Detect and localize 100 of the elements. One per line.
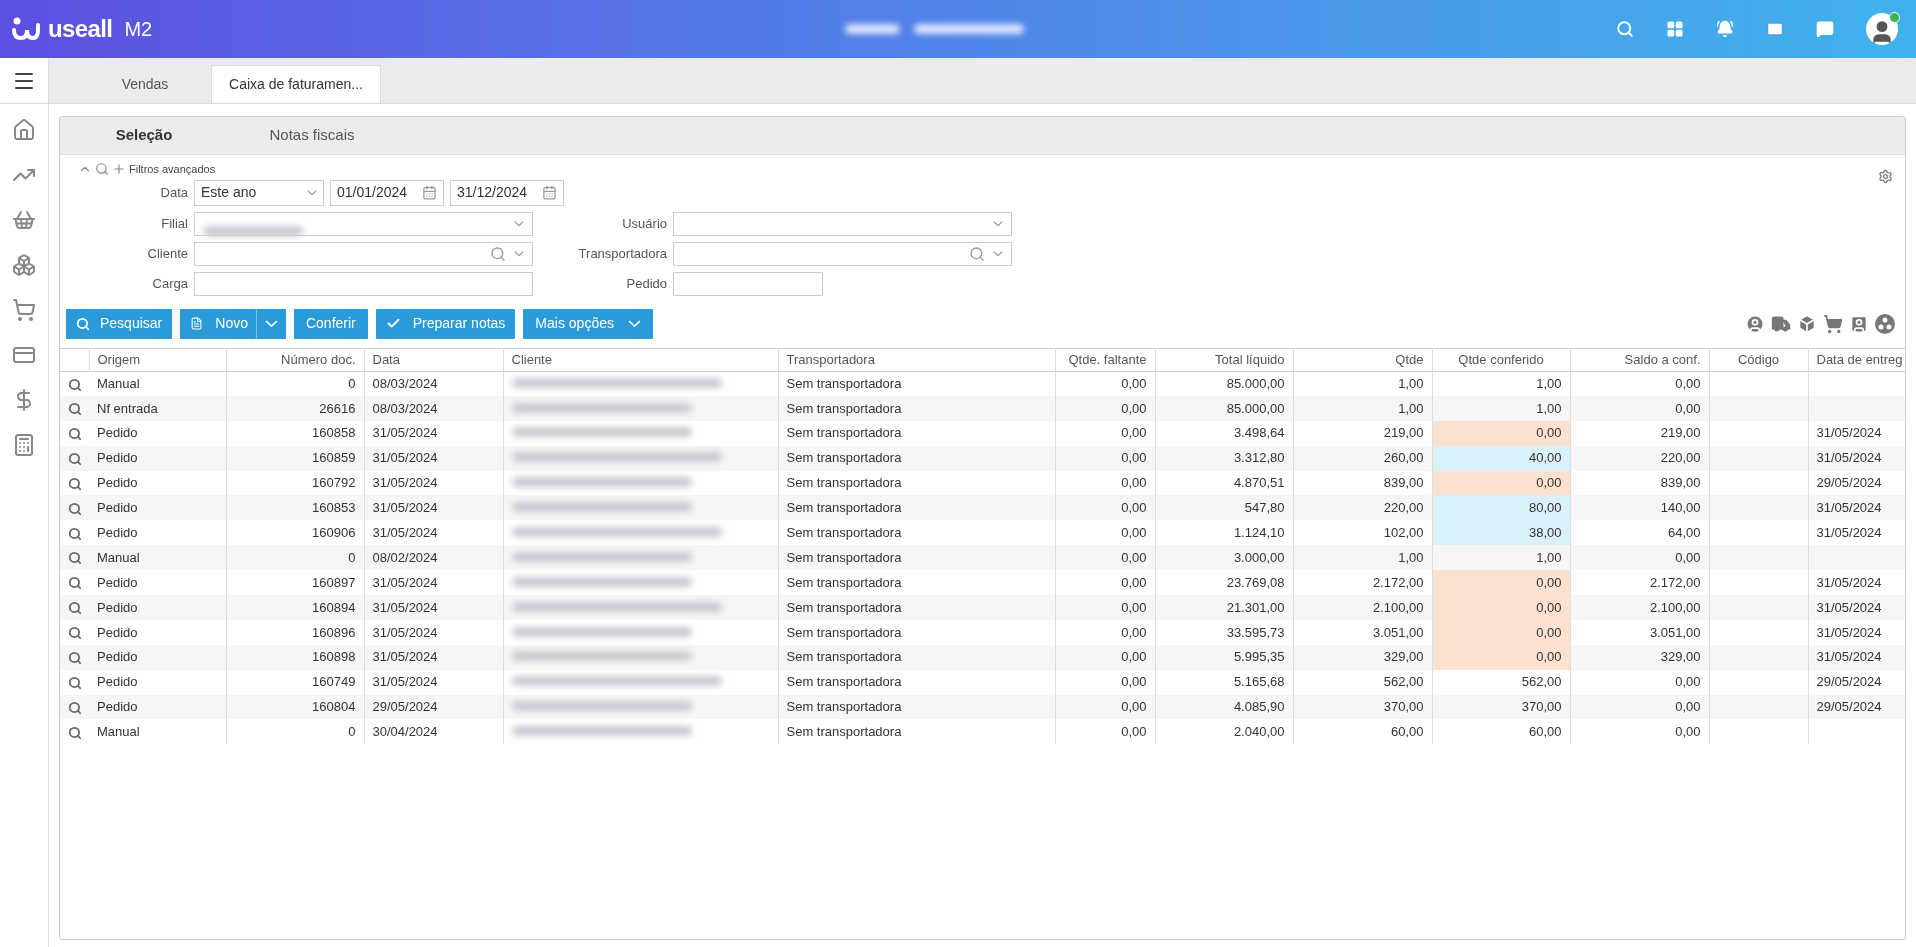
chat-icon[interactable] — [1816, 20, 1834, 38]
column-header[interactable]: Número doc. — [226, 348, 364, 371]
table-cell: 30/04/2024 — [364, 719, 503, 745]
search-icon[interactable] — [67, 451, 82, 466]
advanced-filters-link[interactable]: Filtros avançados — [129, 161, 216, 178]
chevron-icon — [514, 250, 524, 257]
bell-icon[interactable] — [1716, 20, 1734, 38]
table-cell: 38,00 — [1432, 520, 1570, 546]
table-row[interactable]: Pedido 160896 31/05/2024 Sem transportadora 0,00 33.595,73 3.051,00 0,00 3.051,00 31/05/2024 — [60, 619, 1905, 645]
table-row[interactable]: Pedido 160898 31/05/2024 Sem transportadora 0,00 5.995,35 329,00 0,00 329,00 31/05/2024 — [60, 644, 1905, 670]
table-cell: 31/05/2024 — [364, 619, 503, 645]
date-field[interactable]: 01/01/2024 — [330, 179, 444, 206]
table-row[interactable]: Pedido 160906 31/05/2024 Sem transportadora 0,00 1.124,10 102,00 38,00 64,00 31/05/2024 — [60, 520, 1905, 546]
cart-icon[interactable] — [1823, 313, 1843, 334]
search-icon[interactable] — [1616, 20, 1634, 38]
calendar-icon[interactable] — [542, 185, 557, 200]
table-cell: Pedido — [89, 445, 226, 471]
table-row[interactable]: Manual 0 08/02/2024 Sem transportadora 0,00 3.000,00 1,00 1,00 0,00 — [60, 545, 1905, 571]
search-icon[interactable] — [67, 675, 82, 690]
table-cell: 85.000,00 — [1155, 395, 1293, 421]
search-icon — [490, 245, 506, 262]
search-icon[interactable] — [67, 626, 82, 641]
box-icon[interactable] — [1797, 313, 1817, 334]
tab[interactable]: Vendas — [89, 65, 201, 103]
table-row[interactable]: Pedido 160897 31/05/2024 Sem transportadora 0,00 23.769,08 2.172,00 0,00 2.172,00 31/05/2024 — [60, 570, 1905, 595]
column-header[interactable]: Data — [364, 348, 503, 371]
avatar[interactable] — [1866, 13, 1898, 45]
column-header[interactable]: Total líquido — [1155, 348, 1293, 371]
search-icon[interactable] — [67, 601, 82, 616]
table-cell: 0,00 — [1570, 371, 1709, 396]
input-field[interactable] — [194, 271, 533, 296]
check-icon — [385, 316, 401, 331]
search-icon[interactable] — [67, 700, 82, 715]
table-cell: 160749 — [226, 669, 364, 695]
column-header[interactable]: Qtde conferido — [1432, 348, 1570, 371]
boxes-icon[interactable] — [12, 253, 36, 277]
table-row[interactable]: Nf entrada 26616 08/03/2024 Sem transportadora 0,00 85.000,00 1,00 1,00 0,00 — [60, 395, 1905, 421]
column-header[interactable]: Cliente — [503, 348, 778, 371]
calendar-icon[interactable] — [422, 185, 437, 200]
table-cell: 31/05/2024 — [364, 644, 503, 670]
table-row[interactable]: Pedido 160749 31/05/2024 Sem transportadora 0,00 5.165,68 562,00 562,00 0,00 29/05/2024 — [60, 669, 1905, 695]
table-cell: Sem transportadora — [778, 371, 1055, 396]
circles-icon[interactable] — [1875, 313, 1895, 334]
column-header[interactable]: Código — [1709, 348, 1808, 371]
table-cell: 1,00 — [1432, 371, 1570, 396]
chevron-icon — [264, 319, 278, 328]
table-row[interactable]: Pedido 160804 29/05/2024 Sem transportadora 0,00 4.085,90 370,00 370,00 0,00 29/05/2024 — [60, 694, 1905, 720]
column-header[interactable]: Qtde — [1293, 348, 1432, 371]
settings-icon[interactable] — [1878, 169, 1893, 184]
dropdown-button[interactable] — [255, 308, 286, 339]
cart-icon[interactable] — [12, 298, 36, 322]
column-header[interactable]: Transportadora — [778, 348, 1055, 371]
search-icon[interactable] — [95, 162, 109, 177]
table-cell: 0,00 — [1432, 595, 1570, 620]
table-cell: 08/03/2024 — [364, 371, 503, 396]
sub-tab[interactable]: Seleção — [60, 117, 228, 154]
period-select[interactable]: Este ano — [194, 179, 324, 206]
plus-icon[interactable] — [112, 162, 126, 177]
table-cell: 85.000,00 — [1155, 371, 1293, 396]
search-icon[interactable] — [67, 576, 82, 591]
table-cell: 21.301,00 — [1155, 595, 1293, 620]
search-icon[interactable] — [67, 476, 82, 491]
search-icon[interactable] — [67, 651, 82, 666]
table-cell: Sem transportadora — [778, 619, 1055, 645]
search-icon[interactable] — [67, 377, 82, 392]
table-row[interactable]: Pedido 160858 31/05/2024 Sem transportadora 0,00 3.498,64 219,00 0,00 219,00 31/05/2024 — [60, 420, 1905, 446]
select-field[interactable] — [194, 211, 533, 236]
input-field[interactable] — [673, 271, 823, 296]
table-cell: 0,00 — [1570, 395, 1709, 421]
search-icon[interactable] — [67, 725, 82, 740]
user-icon[interactable] — [1745, 313, 1765, 334]
table-cell: 3.498,64 — [1155, 420, 1293, 446]
table-row[interactable]: Pedido 160792 31/05/2024 Sem transportadora 0,00 4.870,51 839,00 0,00 839,00 29/05/2024 — [60, 470, 1905, 496]
widgets-icon[interactable] — [1666, 20, 1684, 38]
table-cell: 562,00 — [1432, 669, 1570, 695]
field-label: Carga — [151, 274, 188, 293]
search-icon[interactable] — [67, 402, 82, 417]
calculator-icon[interactable] — [12, 433, 36, 457]
home-icon[interactable] — [12, 118, 36, 142]
date-field[interactable]: 31/12/2024 — [450, 179, 564, 206]
table-row[interactable]: Pedido 160859 31/05/2024 Sem transportadora 0,00 3.312,80 260,00 40,00 220,00 31/05/2024 — [60, 445, 1905, 471]
table-row[interactable]: Manual 0 08/03/2024 Sem transportadora 0,00 85.000,00 1,00 1,00 0,00 — [60, 371, 1905, 396]
table-row[interactable]: Manual 0 30/04/2024 Sem transportadora 0,00 2.040,00 60,00 60,00 0,00 — [60, 719, 1905, 745]
table-cell: 31/05/2024 — [1808, 595, 1905, 620]
table-cell: 2.100,00 — [1293, 595, 1432, 620]
table-row[interactable]: Pedido 160853 31/05/2024 Sem transportadora 0,00 547,80 220,00 80,00 140,00 31/05/2024 — [60, 495, 1905, 521]
search-icon[interactable] — [67, 501, 82, 516]
column-header[interactable]: Data de entreg — [1808, 348, 1905, 371]
tab[interactable]: Caixa de faturamen... — [211, 65, 381, 103]
basket-icon[interactable] — [12, 208, 36, 232]
select-field[interactable] — [673, 211, 1012, 236]
search-icon[interactable] — [67, 551, 82, 566]
search-icon[interactable] — [67, 526, 82, 541]
table-cell: 0,00 — [1570, 719, 1709, 745]
column-header[interactable]: Saldo a conf. — [1570, 348, 1709, 371]
sub-tab[interactable]: Notas fiscais — [228, 117, 396, 154]
search-icon[interactable] — [67, 427, 82, 442]
column-header[interactable]: Qtde. faltante — [1055, 348, 1155, 371]
column-header[interactable]: Origem — [89, 348, 226, 371]
table-row[interactable]: Pedido 160894 31/05/2024 Sem transportadora 0,00 21.301,00 2.100,00 0,00 2.100,00 31/05/2024 — [60, 595, 1905, 620]
